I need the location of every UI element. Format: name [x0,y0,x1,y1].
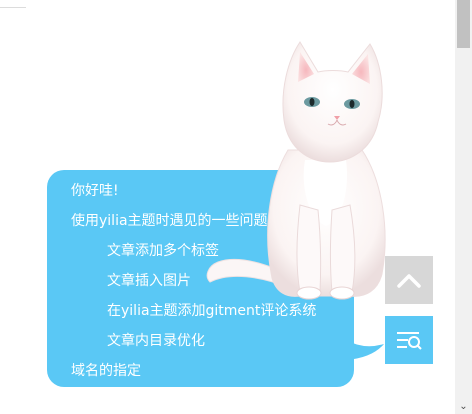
scroll-down-arrow-icon[interactable]: ⌄ [458,402,469,412]
top-divider [0,7,26,8]
toc-bubble-tail [346,340,384,360]
chevron-up-icon [397,274,421,288]
toc-item-toc-optimization[interactable]: 文章内目录优化 [71,326,354,356]
toc-toggle-button[interactable] [385,316,433,364]
toc-item-domain[interactable]: 域名的指定 [71,356,354,386]
scrollbar-thumb[interactable] [457,0,470,48]
toc-list-search-icon [397,332,422,350]
back-to-top-button[interactable] [385,256,433,304]
vertical-scrollbar[interactable]: ⌄ [455,0,472,414]
